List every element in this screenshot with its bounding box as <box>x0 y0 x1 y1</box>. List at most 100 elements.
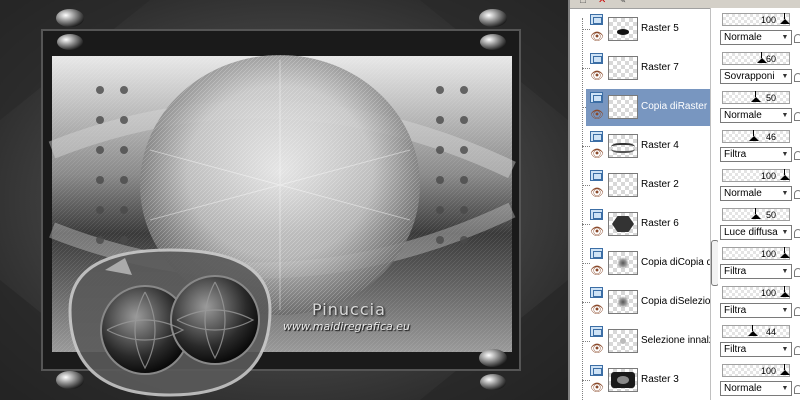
opacity-slider-handle[interactable] <box>749 130 759 142</box>
chevron-down-icon: ▼ <box>781 229 789 236</box>
chevron-down-icon: ▼ <box>781 190 789 197</box>
lock-icon[interactable] <box>794 229 800 238</box>
raster-layer-icon[interactable] <box>590 53 603 64</box>
opacity-slider-handle[interactable] <box>780 364 790 376</box>
layer-thumbnail[interactable] <box>608 173 638 197</box>
opacity-slider-handle[interactable] <box>757 52 767 64</box>
raster-layer-icon[interactable] <box>590 326 603 337</box>
eye-icon[interactable]: 👁︎ <box>590 187 604 199</box>
blend-mode-select[interactable]: Filtra ▼ <box>720 264 792 279</box>
eye-icon[interactable]: 👁︎ <box>590 265 604 277</box>
layer-thumbnail[interactable] <box>608 134 638 158</box>
opacity-value: 100 <box>760 249 776 259</box>
raster-layer-icon[interactable] <box>590 14 603 25</box>
new-layer-icon[interactable]: □ <box>580 0 590 6</box>
watermark-url: www.maidiregrafica.eu <box>283 320 410 333</box>
raster-layer-icon[interactable] <box>590 131 603 142</box>
image-canvas[interactable]: Pinuccia www.maidiregrafica.eu <box>0 0 568 400</box>
layer-properties-row: 44 Filtra ▼ <box>718 322 800 361</box>
lock-icon[interactable] <box>794 385 800 394</box>
eye-icon[interactable]: 👁︎ <box>590 148 604 160</box>
opacity-slider-handle[interactable] <box>780 286 790 298</box>
layer-thumbnail[interactable] <box>608 329 638 353</box>
blend-mode-value: Filtra <box>724 305 747 316</box>
lock-icon[interactable] <box>794 34 800 43</box>
layer-row[interactable]: 👁︎ Raster 7 <box>570 49 710 88</box>
raster-layer-icon[interactable] <box>590 365 603 376</box>
layer-properties-row: 50 Normale ▼ <box>718 88 800 127</box>
opacity-value: 100 <box>760 171 776 181</box>
raster-layer-icon[interactable] <box>590 170 603 181</box>
layer-row[interactable]: 👁︎ Copia diRaster 7 <box>570 88 711 127</box>
layer-row[interactable]: 👁︎ Copia diCopia di <box>570 244 711 283</box>
blend-mode-select[interactable]: Normale ▼ <box>720 381 792 396</box>
opacity-slider-handle[interactable] <box>751 91 761 103</box>
eye-icon[interactable]: 👁︎ <box>590 109 604 121</box>
thumb-shape <box>617 257 629 269</box>
eye-icon[interactable]: 👁︎ <box>590 31 604 43</box>
opacity-slider-handle[interactable] <box>748 325 758 337</box>
layer-name: Raster 5 <box>641 23 679 34</box>
opacity-slider-handle[interactable] <box>780 13 790 25</box>
layer-thumbnail[interactable] <box>608 212 638 236</box>
layer-name: Copia diCopia di <box>641 257 711 268</box>
delete-layer-icon[interactable]: ✕ <box>598 0 608 6</box>
blend-mode-select[interactable]: Filtra ▼ <box>720 147 792 162</box>
blend-mode-select[interactable]: Filtra ▼ <box>720 303 792 318</box>
raster-layer-icon[interactable] <box>590 287 603 298</box>
blend-mode-select[interactable]: Normale ▼ <box>720 30 792 45</box>
layer-thumbnail[interactable] <box>608 95 638 119</box>
layer-row[interactable]: 👁︎ Raster 5 <box>570 10 710 49</box>
blend-mode-select[interactable]: Luce diffusa ▼ <box>720 225 792 240</box>
lock-icon[interactable] <box>794 73 800 82</box>
thumb-shape <box>612 216 634 232</box>
layer-name: Raster 7 <box>641 62 679 73</box>
eye-icon[interactable]: 👁︎ <box>590 304 604 316</box>
lock-icon[interactable] <box>794 151 800 160</box>
layer-properties-row: 100 Normale ▼ <box>718 361 800 400</box>
chevron-down-icon: ▼ <box>781 346 789 353</box>
eye-icon[interactable]: 👁︎ <box>590 343 604 355</box>
layer-row[interactable]: 👁︎ Raster 3 <box>570 361 710 400</box>
opacity-slider-handle[interactable] <box>780 247 790 259</box>
eye-icon[interactable]: 👁︎ <box>590 226 604 238</box>
opacity-slider-handle[interactable] <box>751 208 761 220</box>
layer-thumbnail[interactable] <box>608 290 638 314</box>
layer-row[interactable]: 👁︎ Selezione innalz <box>570 322 711 361</box>
layer-row[interactable]: 👁︎ Raster 2 <box>570 166 710 205</box>
eye-icon[interactable]: 👁︎ <box>590 70 604 82</box>
blend-mode-select[interactable]: Sovrapponi ▼ <box>720 69 792 84</box>
edit-layer-icon[interactable]: ✎ <box>618 0 628 6</box>
layer-properties-row: 100 Filtra ▼ <box>718 244 800 283</box>
layer-row[interactable]: 👁︎ Raster 6 <box>570 205 710 244</box>
layer-thumbnail[interactable] <box>608 368 638 392</box>
layer-name: Selezione innalz <box>641 335 711 346</box>
layer-thumbnail[interactable] <box>608 251 638 275</box>
layers-panel: □ ✕ ✎ 👁︎ Raster 5 👁︎ Raster 7 👁︎ Copia diRast… <box>568 0 800 400</box>
opacity-slider-handle[interactable] <box>780 169 790 181</box>
lock-icon[interactable] <box>794 112 800 121</box>
lock-icon[interactable] <box>794 307 800 316</box>
opacity-value: 60 <box>765 54 776 64</box>
opacity-value: 50 <box>765 210 776 220</box>
layer-thumbnail[interactable] <box>608 17 638 41</box>
layer-row[interactable]: 👁︎ Copia diSelezione <box>570 283 711 322</box>
opacity-slider[interactable]: 60 <box>722 52 790 65</box>
blend-mode-select[interactable]: Normale ▼ <box>720 108 792 123</box>
layer-name: Copia diSelezione <box>641 296 711 307</box>
layer-thumbnail[interactable] <box>608 56 638 80</box>
raster-layer-icon[interactable] <box>590 209 603 220</box>
blend-mode-select[interactable]: Normale ▼ <box>720 186 792 201</box>
lock-icon[interactable] <box>794 268 800 277</box>
raster-layer-icon[interactable] <box>590 248 603 259</box>
lock-icon[interactable] <box>794 190 800 199</box>
chevron-down-icon: ▼ <box>781 151 789 158</box>
layer-properties-row: 46 Filtra ▼ <box>718 127 800 166</box>
raster-layer-icon[interactable] <box>590 92 603 103</box>
blend-mode-value: Luce diffusa <box>724 227 778 238</box>
lock-icon[interactable] <box>794 346 800 355</box>
blend-mode-select[interactable]: Filtra ▼ <box>720 342 792 357</box>
layer-row[interactable]: 👁︎ Raster 4 <box>570 127 710 166</box>
chevron-down-icon: ▼ <box>781 268 789 275</box>
eye-icon[interactable]: 👁︎ <box>590 382 604 394</box>
